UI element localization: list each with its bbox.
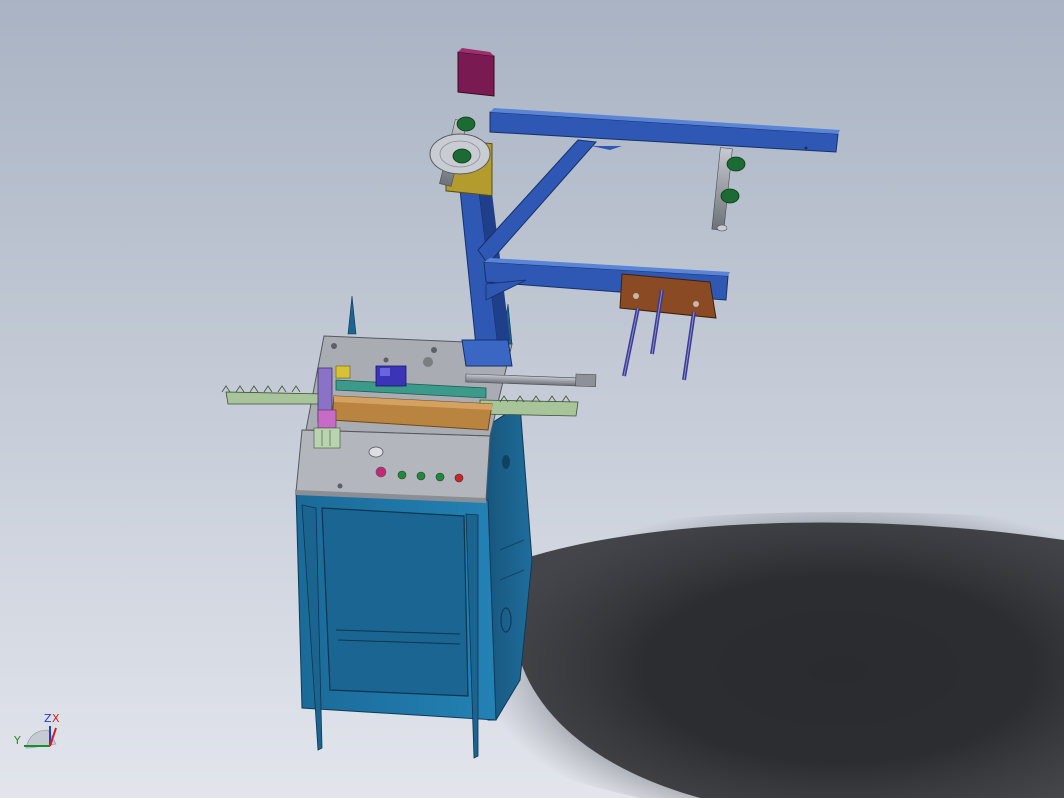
cylinder-base: [313, 427, 341, 449]
fixture-rail-right[interactable]: [479, 399, 579, 417]
fixture-rail-left[interactable]: [225, 391, 327, 405]
frame-post-base: [461, 339, 513, 367]
floor-shadow: [470, 512, 1064, 798]
green-ring-1: [452, 148, 472, 164]
z-axis-label: Z: [44, 712, 52, 725]
magenta-block: [317, 409, 337, 429]
control-button-2[interactable]: [416, 471, 426, 481]
x-axis-label: X: [52, 712, 60, 725]
control-button-4[interactable]: [454, 473, 464, 483]
stepper-motor[interactable]: [457, 51, 495, 97]
cad-viewport[interactable]: Z X Y: [0, 0, 1064, 798]
control-button-3[interactable]: [435, 472, 445, 482]
green-ring-2: [456, 116, 476, 132]
control-button-1[interactable]: [397, 470, 407, 480]
cabinet-opening: [321, 507, 469, 697]
estop-button[interactable]: [375, 466, 387, 478]
green-ring-4: [720, 188, 740, 204]
yellow-block: [335, 365, 351, 379]
y-axis-label: Y: [13, 734, 21, 747]
green-ring-3: [726, 156, 746, 172]
